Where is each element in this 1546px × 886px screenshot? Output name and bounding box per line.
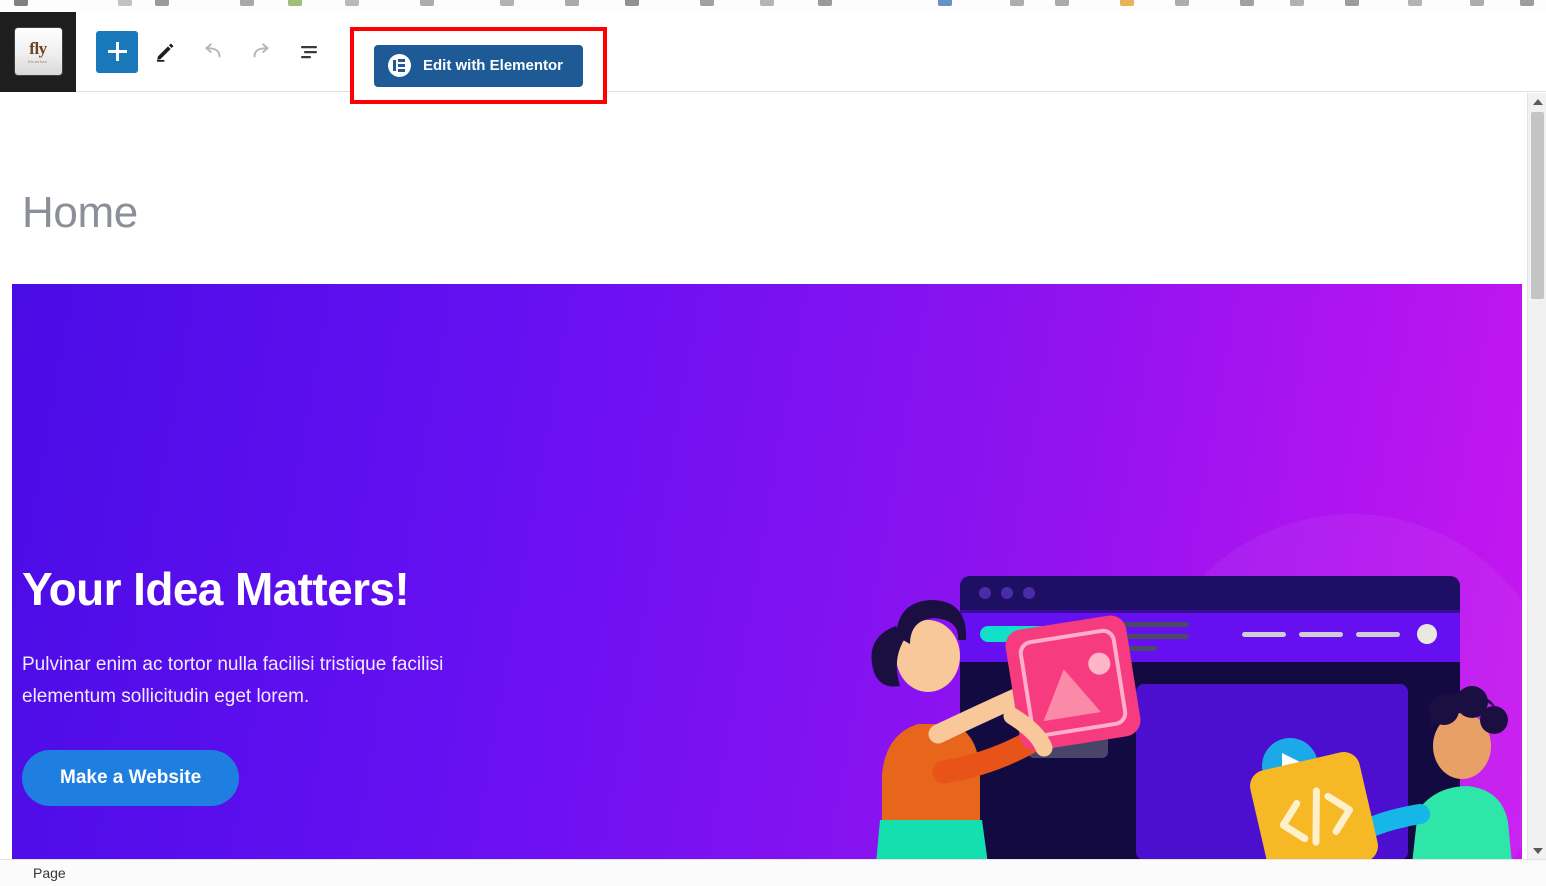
edit-with-elementor-highlight: Edit with Elementor bbox=[350, 27, 607, 104]
bookmark-icon-11[interactable] bbox=[818, 0, 832, 6]
edit-with-elementor-label: Edit with Elementor bbox=[422, 57, 563, 74]
bookmark-icon-16[interactable] bbox=[1290, 0, 1304, 6]
bookmark-icon-3[interactable] bbox=[240, 0, 254, 6]
bookmark-icon-13[interactable] bbox=[1055, 0, 1069, 6]
editor-window: fly Kinakhan Edit with Elementor Home Yo… bbox=[0, 0, 1546, 886]
bookmark-icon-blue[interactable] bbox=[938, 0, 952, 6]
list-view-icon bbox=[301, 45, 317, 58]
bookmark-icon-green[interactable] bbox=[288, 0, 302, 6]
edit-with-elementor-button[interactable]: Edit with Elementor bbox=[373, 44, 583, 87]
document-overview-button[interactable] bbox=[288, 31, 330, 73]
bookmark-icon-19[interactable] bbox=[1470, 0, 1484, 6]
site-logo-subtext: Kinakhan bbox=[28, 58, 48, 64]
bookmark-icon-14[interactable] bbox=[1175, 0, 1189, 6]
bookmark-icon-4[interactable] bbox=[345, 0, 359, 6]
hero-section[interactable]: Your Idea Matters! Pulvinar enim ac tort… bbox=[12, 284, 1522, 859]
bookmark-icon-2[interactable] bbox=[155, 0, 169, 6]
editor-canvas[interactable]: Home Your Idea Matters! Pulvinar enim ac… bbox=[0, 93, 1527, 859]
site-logo-button[interactable]: fly Kinakhan bbox=[0, 11, 76, 92]
redo-icon bbox=[253, 42, 269, 57]
bookmark-icon-17[interactable] bbox=[1345, 0, 1359, 6]
bookmark-icon-12[interactable] bbox=[1010, 0, 1024, 6]
scroll-down-arrow[interactable] bbox=[1528, 842, 1546, 859]
bookmark-icon-7[interactable] bbox=[565, 0, 579, 6]
bookmark-icon-20[interactable] bbox=[1520, 0, 1534, 6]
bookmark-icon-8[interactable] bbox=[625, 0, 639, 6]
add-block-button[interactable] bbox=[96, 30, 138, 73]
status-bar: Page bbox=[0, 859, 1546, 886]
scroll-up-arrow[interactable] bbox=[1528, 93, 1546, 110]
bookmark-icon-10[interactable] bbox=[760, 0, 774, 6]
elementor-logo-icon bbox=[387, 54, 411, 77]
bookmark-grid-icon[interactable] bbox=[14, 0, 28, 6]
pencil-icon bbox=[156, 43, 174, 62]
make-a-website-button[interactable]: Make a Website bbox=[22, 749, 240, 806]
canvas-scrollbar[interactable] bbox=[1527, 93, 1546, 859]
redo-button[interactable] bbox=[240, 31, 282, 73]
bookmark-icon-9[interactable] bbox=[700, 0, 714, 6]
bookmark-icon-15[interactable] bbox=[1240, 0, 1254, 6]
website-builder-illustration bbox=[852, 564, 1522, 859]
site-logo-word: fly bbox=[29, 38, 47, 58]
bookmark-icon-1[interactable] bbox=[118, 0, 132, 6]
scroll-thumb[interactable] bbox=[1531, 112, 1544, 299]
undo-button[interactable] bbox=[192, 31, 234, 73]
hero-paragraph[interactable]: Pulvinar enim ac tortor nulla facilisi t… bbox=[22, 649, 492, 714]
edit-tools-button[interactable] bbox=[144, 31, 186, 73]
status-bar-page-label[interactable]: Page bbox=[33, 865, 66, 881]
editor-header: fly Kinakhan Edit with Elementor bbox=[0, 11, 1546, 104]
bookmark-icon-18[interactable] bbox=[1408, 0, 1422, 6]
browser-toolbar-strip bbox=[0, 0, 1546, 12]
bookmark-icon-orange[interactable] bbox=[1120, 0, 1134, 6]
page-title[interactable]: Home bbox=[22, 188, 138, 238]
editor-toolbar bbox=[76, 30, 330, 73]
hero-text-block: Your Idea Matters! Pulvinar enim ac tort… bbox=[22, 564, 662, 806]
plus-icon bbox=[107, 42, 127, 61]
site-logo-image: fly Kinakhan bbox=[14, 28, 62, 75]
bookmark-icon-6[interactable] bbox=[500, 0, 514, 6]
hero-heading[interactable]: Your Idea Matters! bbox=[22, 564, 662, 615]
bookmark-icon-5[interactable] bbox=[420, 0, 434, 6]
undo-icon bbox=[205, 42, 221, 57]
